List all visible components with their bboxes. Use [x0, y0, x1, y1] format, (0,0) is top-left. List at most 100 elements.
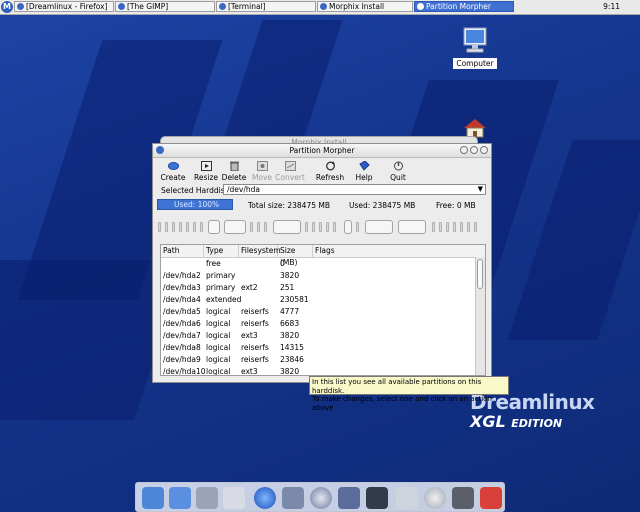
firefox-icon	[17, 3, 24, 10]
partition-table: Path Type Filesystem Size (MB) Flags fre…	[160, 244, 486, 376]
task-morphix-install[interactable]: Morphix Install	[317, 1, 413, 12]
partition-segment[interactable]	[439, 222, 442, 232]
partition-segment[interactable]	[224, 220, 246, 234]
partition-segment[interactable]	[333, 222, 336, 232]
column-path[interactable]: Path	[161, 245, 204, 257]
move-button[interactable]: Move	[247, 161, 277, 182]
maximize-button[interactable]	[470, 146, 478, 154]
resize-button[interactable]: Resize	[191, 161, 221, 182]
harddisk-label: Selected Harddisk:	[161, 186, 232, 195]
computer-icon[interactable]	[142, 487, 164, 509]
partition-segment[interactable]	[453, 222, 456, 232]
scrollbar-thumb[interactable]	[477, 259, 483, 289]
table-cell: logical	[206, 367, 231, 376]
quit-button[interactable]: Quit	[383, 161, 413, 182]
partition-segment[interactable]	[432, 222, 435, 232]
terminal-icon	[219, 3, 226, 10]
table-cell: reiserfs	[241, 355, 269, 364]
browser-icon[interactable]	[254, 487, 276, 509]
task-partition-morpher[interactable]: Partition Morpher	[414, 1, 514, 12]
partition-segment[interactable]	[186, 222, 189, 232]
table-row[interactable]: /dev/hda5 logical reiserfs 4777	[161, 306, 485, 318]
table-row[interactable]: /dev/hda7 logical ext3 3820	[161, 330, 485, 342]
partition-segment[interactable]	[158, 222, 161, 232]
partition-segment[interactable]	[446, 222, 449, 232]
partition-segment[interactable]	[179, 222, 182, 232]
table-row[interactable]: /dev/hda8 logical reiserfs 14315	[161, 342, 485, 354]
table-row[interactable]: /dev/hda9 logical reiserfs 23846	[161, 354, 485, 366]
convert-button[interactable]: Convert	[275, 161, 305, 182]
table-row[interactable]: free 0	[161, 258, 485, 270]
table-cell: reiserfs	[241, 343, 269, 352]
partition-segment[interactable]	[250, 222, 253, 232]
partition-segment[interactable]	[305, 222, 308, 232]
partition-segment[interactable]	[257, 222, 260, 232]
table-cell: ext3	[241, 367, 258, 376]
partition-segment[interactable]	[319, 222, 322, 232]
table-row[interactable]: /dev/hda10 logical ext3 3820	[161, 366, 485, 376]
task-terminal[interactable]: [Terminal]	[216, 1, 316, 12]
column-filesystem[interactable]: Filesystem	[239, 245, 281, 257]
help-icon	[358, 161, 370, 171]
partition-segment[interactable]	[172, 222, 175, 232]
editor-icon[interactable]	[282, 487, 304, 509]
partition-segment[interactable]	[200, 222, 203, 232]
partition-segment[interactable]	[398, 220, 426, 234]
window-title: Partition Morpher	[289, 146, 355, 155]
scanner-icon[interactable]	[396, 487, 418, 509]
partition-segment[interactable]	[474, 222, 477, 232]
toolbar: Create Resize Delete Move Convert Refres…	[153, 158, 491, 186]
window-titlebar[interactable]: Partition Morpher	[153, 144, 491, 158]
partition-segment[interactable]	[312, 222, 315, 232]
video-icon[interactable]	[366, 487, 388, 509]
create-icon	[167, 162, 179, 170]
table-row[interactable]: /dev/hda6 logical reiserfs 6683	[161, 318, 485, 330]
drive-icon[interactable]	[223, 487, 245, 509]
tools-icon[interactable]	[452, 487, 474, 509]
table-row[interactable]: /dev/hda3 primary ext2 251	[161, 282, 485, 294]
partition-segment[interactable]	[326, 222, 329, 232]
table-cell: 14315	[280, 343, 304, 352]
minimize-button[interactable]	[460, 146, 468, 154]
task-firefox[interactable]: [Dreamlinux - Firefox]	[14, 1, 114, 12]
table-cell: logical	[206, 343, 231, 352]
delete-button[interactable]: Delete	[219, 161, 249, 182]
partition-segment[interactable]	[467, 222, 470, 232]
partition-segment[interactable]	[460, 222, 463, 232]
create-button[interactable]: Create	[158, 161, 188, 182]
table-cell: 23846	[280, 355, 304, 364]
partition-segment[interactable]	[356, 222, 359, 232]
table-row[interactable]: /dev/hda4 extended 230581	[161, 294, 485, 306]
close-button[interactable]	[480, 146, 488, 154]
table-cell: /dev/hda4	[163, 295, 201, 304]
help-button[interactable]: Help	[349, 161, 379, 182]
help-tooltip: In this list you see all available parti…	[309, 376, 509, 412]
network-icon[interactable]	[169, 487, 191, 509]
partition-segment[interactable]	[208, 220, 220, 234]
partition-segment[interactable]	[264, 222, 267, 232]
partition-segment[interactable]	[165, 222, 168, 232]
table-row[interactable]: /dev/hda2 primary 3820	[161, 270, 485, 282]
table-cell: ext3	[241, 331, 258, 340]
column-size[interactable]: Size (MB)	[278, 245, 313, 267]
desktop-icon-computer[interactable]: Computer	[452, 26, 498, 69]
speaker-icon[interactable]	[338, 487, 360, 509]
vertical-scrollbar[interactable]	[475, 257, 485, 375]
settings-icon[interactable]	[424, 487, 446, 509]
cd-icon[interactable]	[310, 487, 332, 509]
refresh-button[interactable]: Refresh	[315, 161, 345, 182]
partition-segment[interactable]	[193, 222, 196, 232]
task-gimp[interactable]: [The GIMP]	[115, 1, 215, 12]
main-menu-button[interactable]: M	[1, 1, 13, 13]
morphix-icon	[320, 3, 327, 10]
partition-segment[interactable]	[365, 220, 393, 234]
harddisk-select[interactable]: /dev/hda ▼	[223, 184, 486, 195]
column-type[interactable]: Type	[204, 245, 239, 257]
partition-segment[interactable]	[273, 220, 301, 234]
column-flags[interactable]: Flags	[313, 245, 475, 257]
printer-icon[interactable]	[196, 487, 218, 509]
resize-icon	[200, 161, 212, 171]
shutdown-icon[interactable]	[480, 487, 502, 509]
table-cell: ext2	[241, 283, 258, 292]
partition-segment[interactable]	[344, 220, 352, 234]
